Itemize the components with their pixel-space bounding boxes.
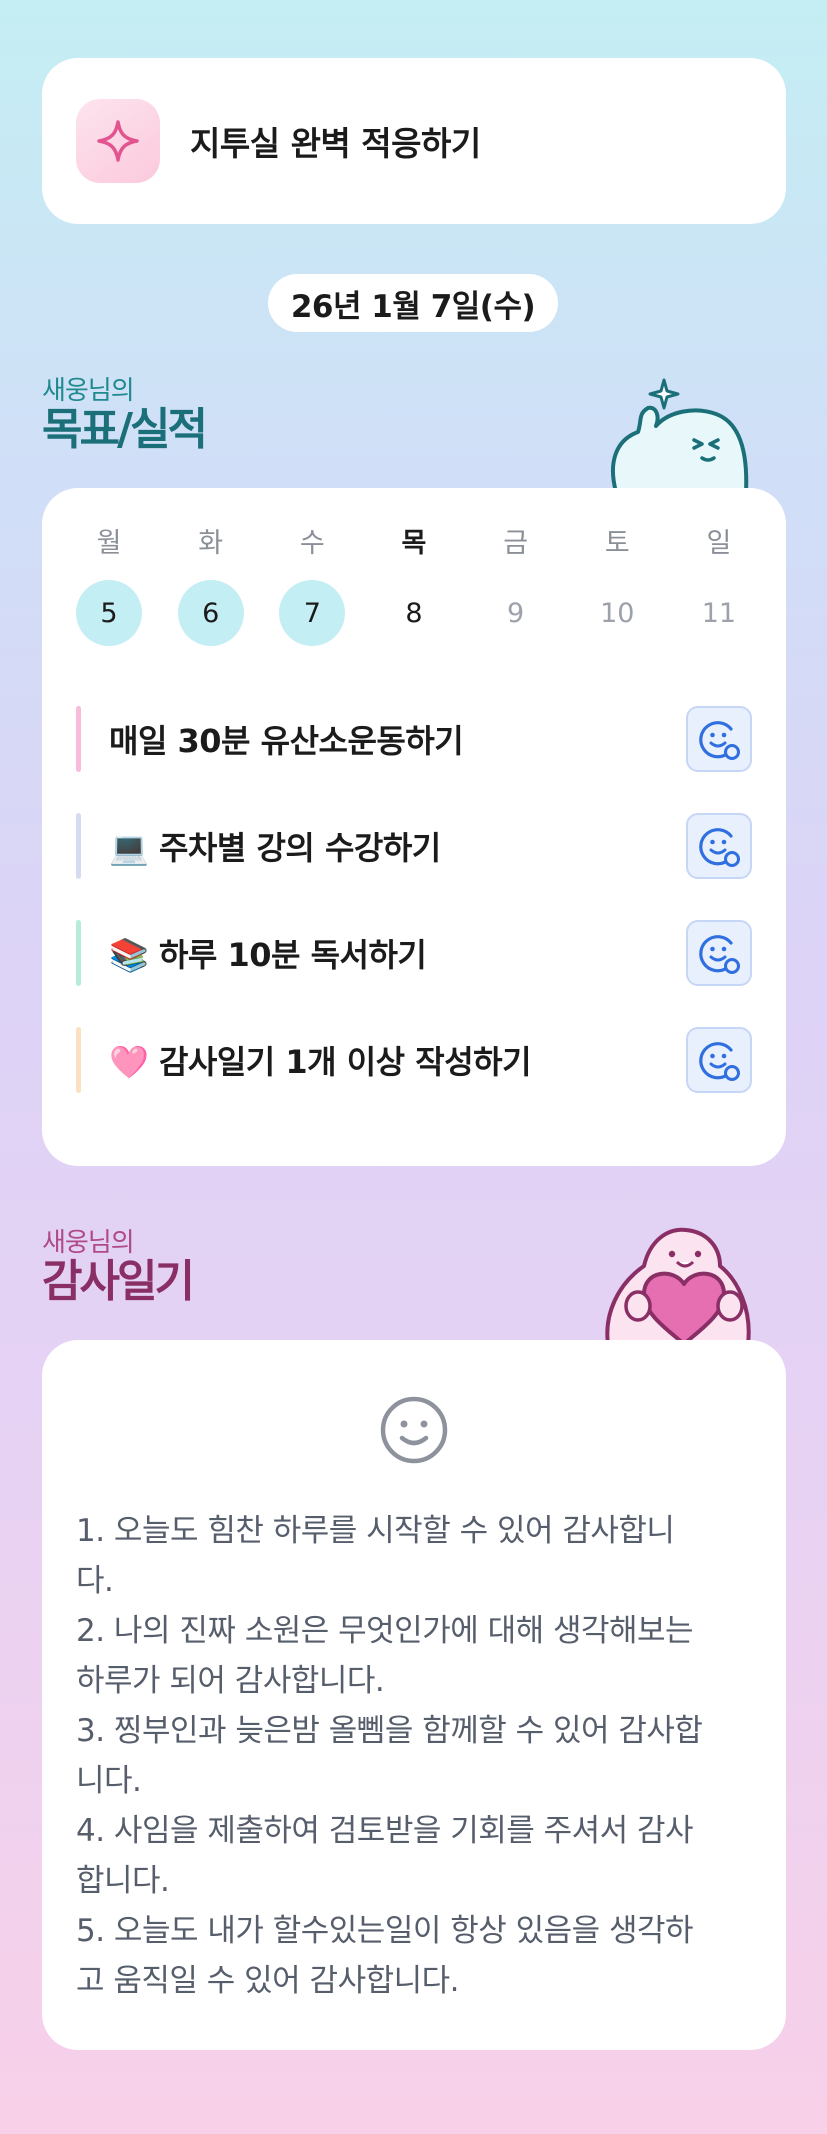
- thanks-section-heading: 새웅님의 감사일기: [42, 1228, 195, 1307]
- thanks-section-subtitle: 새웅님의: [42, 1228, 135, 1258]
- day-fri[interactable]: 금 9: [483, 524, 549, 646]
- day-wed[interactable]: 수 7: [279, 524, 346, 646]
- day-number[interactable]: 10: [584, 580, 650, 646]
- goal-text: 🩷 감사일기 1개 이상 작성하기: [109, 1043, 532, 1081]
- day-number[interactable]: 5: [76, 580, 142, 646]
- day-number[interactable]: 9: [483, 580, 549, 646]
- day-thu[interactable]: 목 8: [381, 524, 447, 646]
- goal-check-button[interactable]: [686, 813, 752, 879]
- goals-section-title: 목표/실적: [42, 404, 208, 455]
- day-mon[interactable]: 월 5: [76, 524, 142, 646]
- week-strip: 월 5 화 6 수 7 목 8 금 9 토 10 일 11: [76, 524, 752, 646]
- smile-check-icon: [699, 935, 740, 974]
- date-selector[interactable]: 26년 1월 7일(수): [268, 274, 558, 332]
- goal-check-button[interactable]: [686, 920, 752, 986]
- diary-line: 하루가 되어 감사합니다.: [76, 1663, 385, 1699]
- diary-line: 3. 찡부인과 늦은밤 올뻼을 함께할 수 있어 감사합: [76, 1713, 703, 1749]
- diary-line: 니다.: [76, 1763, 142, 1799]
- day-number[interactable]: 6: [177, 580, 244, 646]
- day-label: 수: [299, 528, 325, 559]
- goal-color-bar: [76, 813, 81, 879]
- goal-check-button[interactable]: [686, 706, 752, 772]
- goal-item[interactable]: 🩷 감사일기 1개 이상 작성하기: [76, 1027, 752, 1093]
- goal-color-bar: [76, 1027, 81, 1093]
- diary-line: 2. 나의 진짜 소원은 무엇인가에 대해 생각해보는: [76, 1613, 694, 1649]
- goal-item[interactable]: 📚 하루 10분 독서하기: [76, 920, 752, 986]
- day-label: 토: [604, 528, 630, 559]
- diary-line: 1. 오늘도 힘찬 하루를 시작할 수 있어 감사합니: [76, 1513, 675, 1549]
- goals-section-subtitle: 새웅님의: [42, 376, 135, 406]
- goal-title: 지투실 완벽 적응하기: [190, 124, 481, 163]
- day-label: 금: [503, 528, 529, 559]
- thanks-section-title: 감사일기: [42, 1256, 195, 1307]
- smile-check-icon: [699, 1042, 740, 1081]
- smile-face-icon: [380, 1396, 448, 1464]
- diary-line: 4. 사임을 제출하여 검토받을 기회를 주셔서 감사: [76, 1813, 694, 1849]
- day-label: 목: [401, 528, 427, 559]
- smile-check-icon: [699, 721, 740, 760]
- mascot-heart-illustration: [605, 1227, 751, 1344]
- mascot-waving-illustration: [611, 378, 749, 492]
- goals-section-heading: 새웅님의 목표/실적: [42, 376, 208, 455]
- day-number[interactable]: 11: [686, 580, 752, 646]
- gratitude-diary-card[interactable]: 1. 오늘도 힘찬 하루를 시작할 수 있어 감사합니 다. 2. 나의 진짜 …: [42, 1340, 786, 2050]
- goal-color-bar: [76, 920, 81, 986]
- diary-line: 다.: [76, 1563, 114, 1599]
- diary-line: 5. 오늘도 내가 할수있는일이 항상 있음을 생각하: [76, 1913, 694, 1949]
- goal-text: 매일 30분 유산소운동하기: [109, 722, 464, 760]
- day-sat[interactable]: 토 10: [584, 524, 650, 646]
- goal-item[interactable]: 💻 주차별 강의 수강하기: [76, 813, 752, 879]
- diary-line: 고 움직일 수 있어 감사합니다.: [76, 1963, 460, 1999]
- day-label: 화: [198, 528, 224, 559]
- day-sun[interactable]: 일 11: [686, 524, 752, 646]
- sparkle-icon: [97, 120, 139, 162]
- goal-text: 📚 하루 10분 독서하기: [109, 936, 427, 974]
- goal-color-bar: [76, 706, 81, 772]
- diary-text: 1. 오늘도 힘찬 하루를 시작할 수 있어 감사합니 다. 2. 나의 진짜 …: [76, 1506, 746, 2006]
- goal-text: 💻 주차별 강의 수강하기: [109, 829, 441, 867]
- goal-check-button[interactable]: [686, 1027, 752, 1093]
- day-label: 월: [96, 528, 122, 559]
- smile-check-icon: [699, 828, 740, 867]
- goal-item[interactable]: 매일 30분 유산소운동하기: [76, 706, 752, 772]
- day-number[interactable]: 7: [279, 580, 346, 646]
- diary-line: 합니다.: [76, 1863, 170, 1899]
- sparkle-icon-box: [76, 99, 160, 183]
- goals-card: 월 5 화 6 수 7 목 8 금 9 토 10 일 11 매일 30분 유산소…: [42, 488, 786, 1166]
- day-number[interactable]: 8: [381, 580, 447, 646]
- goal-header-card[interactable]: 지투실 완벽 적응하기: [42, 58, 786, 224]
- day-tue[interactable]: 화 6: [177, 524, 244, 646]
- day-label: 일: [706, 528, 732, 559]
